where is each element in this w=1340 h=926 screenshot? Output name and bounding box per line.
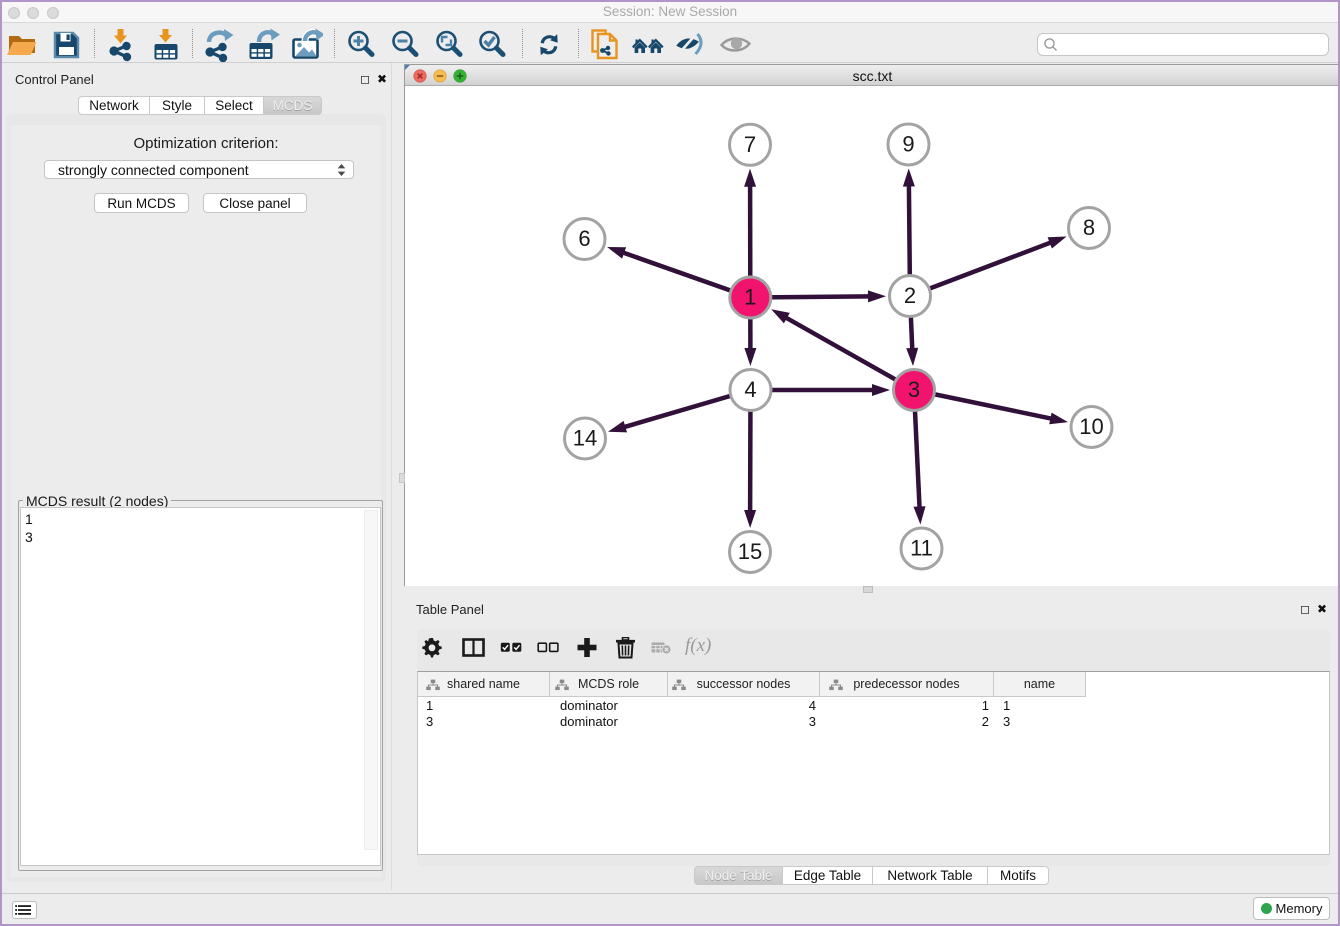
svg-text:1: 1 (744, 285, 756, 310)
svg-text:2: 2 (904, 283, 916, 308)
svg-text:11: 11 (910, 536, 933, 561)
svg-text:15: 15 (738, 539, 762, 564)
svg-text:6: 6 (578, 226, 590, 251)
svg-text:14: 14 (573, 426, 597, 451)
svg-text:10: 10 (1079, 414, 1103, 439)
svg-text:9: 9 (902, 132, 914, 157)
svg-text:7: 7 (744, 132, 756, 157)
svg-text:3: 3 (908, 377, 920, 402)
svg-text:8: 8 (1083, 215, 1095, 240)
svg-text:4: 4 (744, 377, 756, 402)
